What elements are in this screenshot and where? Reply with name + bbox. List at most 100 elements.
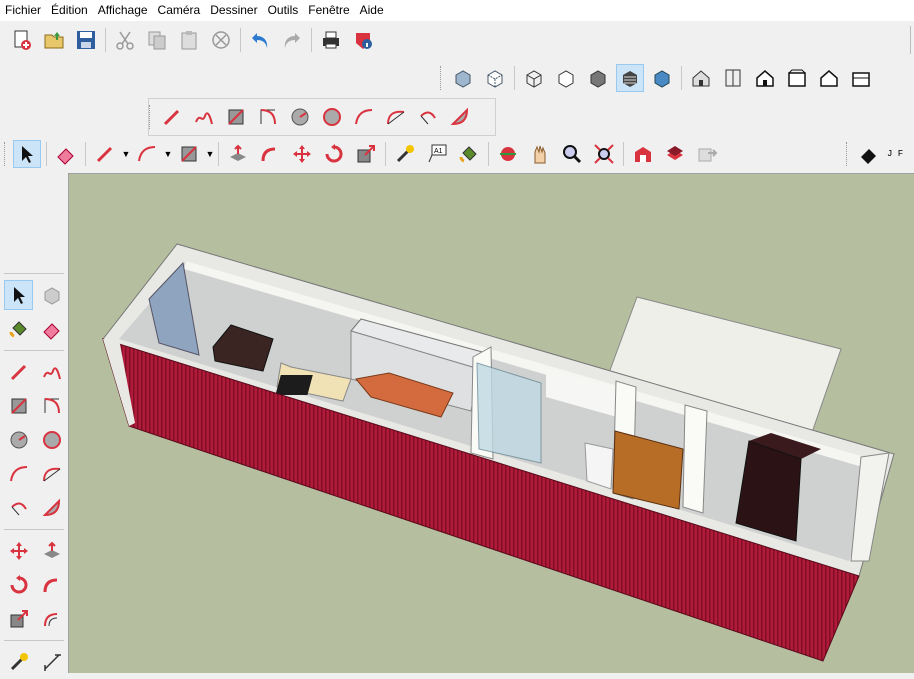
style-eraser-icon[interactable]: [855, 140, 883, 168]
left-tape-measure-icon[interactable]: [4, 647, 33, 677]
left-select-icon[interactable]: [4, 280, 33, 310]
menu-camera[interactable]: Caméra: [153, 0, 206, 21]
two-point-arc-icon[interactable]: [382, 103, 410, 131]
separator: [4, 273, 64, 274]
select-icon[interactable]: [13, 140, 41, 168]
menu-aide[interactable]: Aide: [355, 0, 389, 21]
freehand-icon[interactable]: [190, 103, 218, 131]
style-label: J F: [887, 149, 904, 159]
left-rotate-icon[interactable]: [4, 570, 33, 600]
menu-outils[interactable]: Outils: [263, 0, 304, 21]
left-polygon-icon[interactable]: [37, 425, 66, 455]
separator: [46, 142, 47, 166]
model-info-icon[interactable]: [349, 26, 377, 54]
xray-icon[interactable]: [449, 64, 477, 92]
wireframe-icon[interactable]: [520, 64, 548, 92]
chevron-down-icon[interactable]: ▼: [163, 140, 173, 168]
left-view-icon[interactable]: [847, 64, 875, 92]
paint-bucket-icon[interactable]: [455, 140, 483, 168]
rotate-icon[interactable]: [320, 140, 348, 168]
scale-icon[interactable]: [352, 140, 380, 168]
menu-fichier[interactable]: Fichier: [0, 0, 46, 21]
line-icon[interactable]: [158, 103, 186, 131]
left-toolbar-gap: [0, 173, 68, 269]
rectangle-icon[interactable]: [222, 103, 250, 131]
left-line-icon[interactable]: [4, 357, 33, 387]
menu-affichage[interactable]: Affichage: [93, 0, 153, 21]
left-circle-icon[interactable]: [4, 425, 33, 455]
extension-icon[interactable]: [693, 140, 721, 168]
left-scale-icon[interactable]: [4, 604, 33, 634]
hidden-line-icon[interactable]: [552, 64, 580, 92]
left-make-component-icon[interactable]: [37, 280, 66, 310]
right-view-icon[interactable]: [783, 64, 811, 92]
monochrome-icon[interactable]: [648, 64, 676, 92]
left-push-pull-icon[interactable]: [37, 536, 66, 566]
rotated-rectangle-icon[interactable]: [254, 103, 282, 131]
redo-icon[interactable]: [278, 26, 306, 54]
menu-fenetre[interactable]: Fenêtre: [303, 0, 354, 21]
pencil-icon[interactable]: [91, 140, 119, 168]
style-mini-toolbar: J F: [846, 136, 914, 172]
pan-icon[interactable]: [526, 140, 554, 168]
arc-icon[interactable]: [350, 103, 378, 131]
zoom-extents-icon[interactable]: [590, 140, 618, 168]
left-two-point-arc-icon[interactable]: [37, 459, 66, 489]
toolbar-grip[interactable]: [4, 142, 8, 166]
separator: [4, 529, 64, 530]
pie-icon[interactable]: [446, 103, 474, 131]
chevron-down-icon[interactable]: ▼: [121, 140, 131, 168]
left-pie-icon[interactable]: [37, 493, 66, 523]
toolbar-grip[interactable]: [846, 142, 850, 166]
menu-edition[interactable]: Édition: [46, 0, 93, 21]
left-rectangle-icon[interactable]: [4, 391, 33, 421]
toolbar-grip[interactable]: [149, 105, 153, 129]
back-view-icon[interactable]: [815, 64, 843, 92]
left-move-icon[interactable]: [4, 536, 33, 566]
text-icon[interactable]: A1: [423, 140, 451, 168]
tape-measure-icon[interactable]: [391, 140, 419, 168]
follow-me-icon[interactable]: [256, 140, 284, 168]
copy-icon[interactable]: [143, 26, 171, 54]
undo-icon[interactable]: [246, 26, 274, 54]
paste-icon[interactable]: [175, 26, 203, 54]
separator: [218, 142, 219, 166]
arc-dropdown-icon[interactable]: [133, 140, 161, 168]
polygon-icon[interactable]: [318, 103, 346, 131]
cut-icon[interactable]: [111, 26, 139, 54]
left-freehand-icon[interactable]: [37, 357, 66, 387]
shapes-dropdown-icon[interactable]: [175, 140, 203, 168]
warehouse-icon[interactable]: [629, 140, 657, 168]
left-paint-bucket-icon[interactable]: [4, 314, 33, 344]
left-three-point-arc-icon[interactable]: [4, 493, 33, 523]
zoom-icon[interactable]: [558, 140, 586, 168]
move-icon[interactable]: [288, 140, 316, 168]
toolbar-grip[interactable]: [440, 66, 444, 90]
left-offset-icon[interactable]: [37, 604, 66, 634]
shaded-textures-icon[interactable]: [616, 64, 644, 92]
top-view-icon[interactable]: [719, 64, 747, 92]
left-rotated-rectangle-icon[interactable]: [37, 391, 66, 421]
front-view-icon[interactable]: [751, 64, 779, 92]
print-icon[interactable]: [317, 26, 345, 54]
iso-view-icon[interactable]: [687, 64, 715, 92]
push-pull-icon[interactable]: [224, 140, 252, 168]
open-folder-icon[interactable]: [40, 26, 68, 54]
left-dimension-icon[interactable]: [37, 647, 66, 677]
new-file-icon[interactable]: [8, 26, 36, 54]
left-arc-icon[interactable]: [4, 459, 33, 489]
back-edges-icon[interactable]: [481, 64, 509, 92]
components-icon[interactable]: [661, 140, 689, 168]
menu-dessiner[interactable]: Dessiner: [205, 0, 262, 21]
shaded-icon[interactable]: [584, 64, 612, 92]
left-eraser-icon[interactable]: [37, 314, 66, 344]
eraser-icon[interactable]: [52, 140, 80, 168]
chevron-down-icon[interactable]: ▼: [205, 140, 215, 168]
circle-icon[interactable]: [286, 103, 314, 131]
three-point-arc-icon[interactable]: [414, 103, 442, 131]
erase-icon[interactable]: [207, 26, 235, 54]
orbit-icon[interactable]: [494, 140, 522, 168]
viewport-canvas[interactable]: [68, 173, 914, 673]
left-follow-me-icon[interactable]: [37, 570, 66, 600]
save-icon[interactable]: [72, 26, 100, 54]
